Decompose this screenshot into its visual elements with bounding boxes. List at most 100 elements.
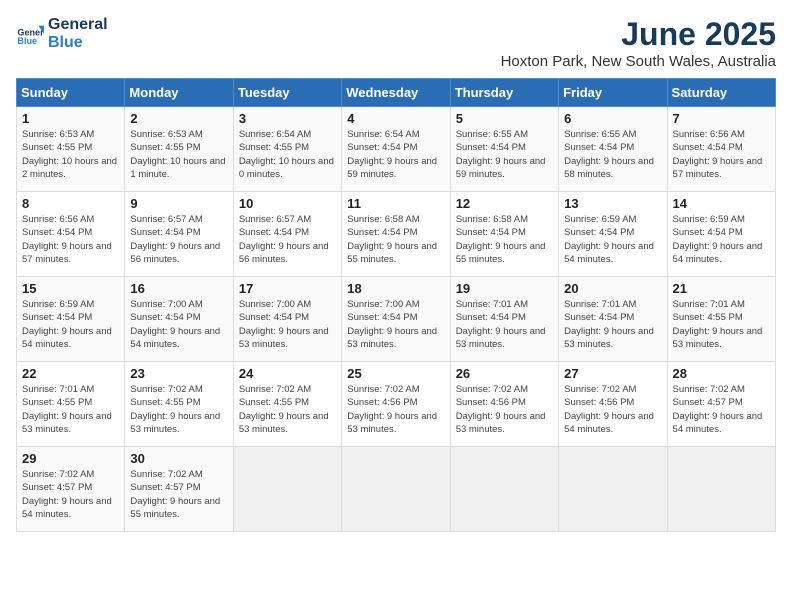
day-info: Sunrise: 7:00 AM Sunset: 4:54 PM Dayligh… bbox=[347, 298, 444, 351]
empty-cell bbox=[342, 447, 450, 532]
empty-cell bbox=[559, 447, 667, 532]
title-area: June 2025 Hoxton Park, New South Wales, … bbox=[501, 16, 776, 70]
table-row: 23 Sunrise: 7:02 AM Sunset: 4:55 PM Dayl… bbox=[125, 362, 233, 447]
table-row: 30 Sunrise: 7:02 AM Sunset: 4:57 PM Dayl… bbox=[125, 447, 233, 532]
day-number: 11 bbox=[347, 196, 444, 211]
day-info: Sunrise: 7:00 AM Sunset: 4:54 PM Dayligh… bbox=[239, 298, 336, 351]
day-info: Sunrise: 6:58 AM Sunset: 4:54 PM Dayligh… bbox=[347, 213, 444, 266]
table-row: 29 Sunrise: 7:02 AM Sunset: 4:57 PM Dayl… bbox=[17, 447, 125, 532]
day-number: 26 bbox=[456, 366, 553, 381]
day-info: Sunrise: 7:02 AM Sunset: 4:57 PM Dayligh… bbox=[130, 468, 227, 521]
day-info: Sunrise: 7:00 AM Sunset: 4:54 PM Dayligh… bbox=[130, 298, 227, 351]
svg-text:Blue: Blue bbox=[17, 36, 37, 46]
day-number: 21 bbox=[673, 281, 770, 296]
empty-cell bbox=[450, 447, 558, 532]
table-row: 24 Sunrise: 7:02 AM Sunset: 4:55 PM Dayl… bbox=[233, 362, 341, 447]
table-row: 20 Sunrise: 7:01 AM Sunset: 4:54 PM Dayl… bbox=[559, 277, 667, 362]
day-info: Sunrise: 6:59 AM Sunset: 4:54 PM Dayligh… bbox=[564, 213, 661, 266]
table-row: 5 Sunrise: 6:55 AM Sunset: 4:54 PM Dayli… bbox=[450, 107, 558, 192]
day-info: Sunrise: 7:02 AM Sunset: 4:56 PM Dayligh… bbox=[564, 383, 661, 436]
day-info: Sunrise: 6:54 AM Sunset: 4:54 PM Dayligh… bbox=[347, 128, 444, 181]
table-row: 14 Sunrise: 6:59 AM Sunset: 4:54 PM Dayl… bbox=[667, 192, 775, 277]
day-number: 24 bbox=[239, 366, 336, 381]
day-number: 14 bbox=[673, 196, 770, 211]
table-row: 4 Sunrise: 6:54 AM Sunset: 4:54 PM Dayli… bbox=[342, 107, 450, 192]
day-number: 5 bbox=[456, 111, 553, 126]
col-thursday: Thursday bbox=[450, 79, 558, 107]
calendar-row: 22 Sunrise: 7:01 AM Sunset: 4:55 PM Dayl… bbox=[17, 362, 776, 447]
day-info: Sunrise: 7:02 AM Sunset: 4:55 PM Dayligh… bbox=[130, 383, 227, 436]
table-row: 6 Sunrise: 6:55 AM Sunset: 4:54 PM Dayli… bbox=[559, 107, 667, 192]
table-row: 22 Sunrise: 7:01 AM Sunset: 4:55 PM Dayl… bbox=[17, 362, 125, 447]
col-sunday: Sunday bbox=[17, 79, 125, 107]
day-info: Sunrise: 7:02 AM Sunset: 4:57 PM Dayligh… bbox=[22, 468, 119, 521]
table-row: 17 Sunrise: 7:00 AM Sunset: 4:54 PM Dayl… bbox=[233, 277, 341, 362]
table-row: 2 Sunrise: 6:53 AM Sunset: 4:55 PM Dayli… bbox=[125, 107, 233, 192]
table-row: 16 Sunrise: 7:00 AM Sunset: 4:54 PM Dayl… bbox=[125, 277, 233, 362]
page-header: General Blue General Blue June 2025 Hoxt… bbox=[16, 16, 776, 70]
calendar-row: 29 Sunrise: 7:02 AM Sunset: 4:57 PM Dayl… bbox=[17, 447, 776, 532]
logo: General Blue General Blue bbox=[16, 16, 108, 52]
day-info: Sunrise: 7:02 AM Sunset: 4:56 PM Dayligh… bbox=[347, 383, 444, 436]
calendar-title: June 2025 bbox=[501, 16, 776, 53]
day-number: 2 bbox=[130, 111, 227, 126]
day-number: 22 bbox=[22, 366, 119, 381]
day-info: Sunrise: 7:01 AM Sunset: 4:55 PM Dayligh… bbox=[22, 383, 119, 436]
table-row: 28 Sunrise: 7:02 AM Sunset: 4:57 PM Dayl… bbox=[667, 362, 775, 447]
day-info: Sunrise: 6:57 AM Sunset: 4:54 PM Dayligh… bbox=[130, 213, 227, 266]
col-friday: Friday bbox=[559, 79, 667, 107]
day-number: 17 bbox=[239, 281, 336, 296]
day-info: Sunrise: 6:58 AM Sunset: 4:54 PM Dayligh… bbox=[456, 213, 553, 266]
empty-cell bbox=[233, 447, 341, 532]
day-info: Sunrise: 7:01 AM Sunset: 4:54 PM Dayligh… bbox=[564, 298, 661, 351]
day-number: 23 bbox=[130, 366, 227, 381]
day-number: 7 bbox=[673, 111, 770, 126]
day-number: 28 bbox=[673, 366, 770, 381]
col-monday: Monday bbox=[125, 79, 233, 107]
table-row: 25 Sunrise: 7:02 AM Sunset: 4:56 PM Dayl… bbox=[342, 362, 450, 447]
calendar-row: 15 Sunrise: 6:59 AM Sunset: 4:54 PM Dayl… bbox=[17, 277, 776, 362]
day-info: Sunrise: 7:01 AM Sunset: 4:55 PM Dayligh… bbox=[673, 298, 770, 351]
day-info: Sunrise: 7:02 AM Sunset: 4:55 PM Dayligh… bbox=[239, 383, 336, 436]
table-row: 27 Sunrise: 7:02 AM Sunset: 4:56 PM Dayl… bbox=[559, 362, 667, 447]
table-row: 7 Sunrise: 6:56 AM Sunset: 4:54 PM Dayli… bbox=[667, 107, 775, 192]
day-number: 29 bbox=[22, 451, 119, 466]
empty-cell bbox=[667, 447, 775, 532]
table-row: 18 Sunrise: 7:00 AM Sunset: 4:54 PM Dayl… bbox=[342, 277, 450, 362]
day-info: Sunrise: 6:59 AM Sunset: 4:54 PM Dayligh… bbox=[673, 213, 770, 266]
day-info: Sunrise: 6:53 AM Sunset: 4:55 PM Dayligh… bbox=[130, 128, 227, 181]
table-row: 26 Sunrise: 7:02 AM Sunset: 4:56 PM Dayl… bbox=[450, 362, 558, 447]
table-row: 1 Sunrise: 6:53 AM Sunset: 4:55 PM Dayli… bbox=[17, 107, 125, 192]
table-row: 21 Sunrise: 7:01 AM Sunset: 4:55 PM Dayl… bbox=[667, 277, 775, 362]
header-row: Sunday Monday Tuesday Wednesday Thursday… bbox=[17, 79, 776, 107]
table-row: 11 Sunrise: 6:58 AM Sunset: 4:54 PM Dayl… bbox=[342, 192, 450, 277]
day-number: 18 bbox=[347, 281, 444, 296]
day-info: Sunrise: 6:56 AM Sunset: 4:54 PM Dayligh… bbox=[673, 128, 770, 181]
day-number: 19 bbox=[456, 281, 553, 296]
day-info: Sunrise: 7:01 AM Sunset: 4:54 PM Dayligh… bbox=[456, 298, 553, 351]
day-info: Sunrise: 6:55 AM Sunset: 4:54 PM Dayligh… bbox=[456, 128, 553, 181]
table-row: 9 Sunrise: 6:57 AM Sunset: 4:54 PM Dayli… bbox=[125, 192, 233, 277]
day-number: 30 bbox=[130, 451, 227, 466]
col-saturday: Saturday bbox=[667, 79, 775, 107]
day-number: 25 bbox=[347, 366, 444, 381]
table-row: 13 Sunrise: 6:59 AM Sunset: 4:54 PM Dayl… bbox=[559, 192, 667, 277]
day-number: 9 bbox=[130, 196, 227, 211]
day-number: 3 bbox=[239, 111, 336, 126]
day-number: 15 bbox=[22, 281, 119, 296]
table-row: 3 Sunrise: 6:54 AM Sunset: 4:55 PM Dayli… bbox=[233, 107, 341, 192]
day-info: Sunrise: 6:59 AM Sunset: 4:54 PM Dayligh… bbox=[22, 298, 119, 351]
day-info: Sunrise: 7:02 AM Sunset: 4:56 PM Dayligh… bbox=[456, 383, 553, 436]
table-row: 19 Sunrise: 7:01 AM Sunset: 4:54 PM Dayl… bbox=[450, 277, 558, 362]
table-row: 12 Sunrise: 6:58 AM Sunset: 4:54 PM Dayl… bbox=[450, 192, 558, 277]
logo-icon: General Blue bbox=[16, 20, 44, 48]
day-number: 4 bbox=[347, 111, 444, 126]
logo-line2: Blue bbox=[48, 34, 108, 52]
calendar-table: Sunday Monday Tuesday Wednesday Thursday… bbox=[16, 78, 776, 532]
day-info: Sunrise: 6:53 AM Sunset: 4:55 PM Dayligh… bbox=[22, 128, 119, 181]
calendar-row: 1 Sunrise: 6:53 AM Sunset: 4:55 PM Dayli… bbox=[17, 107, 776, 192]
table-row: 8 Sunrise: 6:56 AM Sunset: 4:54 PM Dayli… bbox=[17, 192, 125, 277]
col-tuesday: Tuesday bbox=[233, 79, 341, 107]
logo-line1: General bbox=[48, 16, 108, 34]
table-row: 10 Sunrise: 6:57 AM Sunset: 4:54 PM Dayl… bbox=[233, 192, 341, 277]
